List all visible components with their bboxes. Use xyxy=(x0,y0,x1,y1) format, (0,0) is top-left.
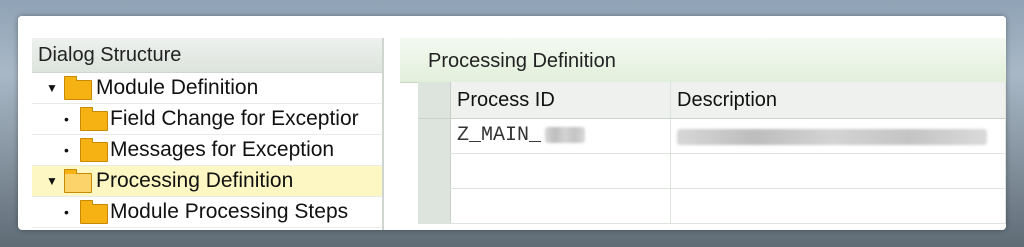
row-selector[interactable] xyxy=(418,189,451,223)
column-header-description[interactable]: Description xyxy=(671,82,1006,118)
row-selector[interactable] xyxy=(418,154,451,188)
tree-node-label: Messages for Exception xyxy=(110,138,335,161)
processing-table: Process ID Description Z_MAIN_ xyxy=(418,82,1006,224)
process-id-cell[interactable]: Z_MAIN_ xyxy=(451,119,671,153)
tree-node-field-change[interactable]: • Field Change for Exceptior xyxy=(32,104,382,135)
dialog-structure-panel: Dialog Structure ▼ Module Definition • F… xyxy=(32,38,384,230)
row-selector[interactable] xyxy=(418,119,451,153)
window-frame: Dialog Structure ▼ Module Definition • F… xyxy=(18,16,1006,230)
processing-definition-title: Processing Definition xyxy=(400,38,1006,83)
bullet-icon: • xyxy=(64,142,69,158)
table-row[interactable]: Z_MAIN_ xyxy=(418,119,1006,154)
tree-node-label: Module Definition xyxy=(96,76,259,99)
tree-node-label: Module Processing Steps xyxy=(110,200,349,223)
folder-icon xyxy=(80,138,108,162)
tree-node-messages[interactable]: • Messages for Exception xyxy=(32,135,382,166)
dialog-structure-title: Dialog Structure xyxy=(32,38,382,73)
process-id-cell[interactable] xyxy=(451,154,671,188)
table-row[interactable] xyxy=(418,189,1006,224)
tree-node-module-definition[interactable]: ▼ Module Definition xyxy=(32,73,382,104)
bullet-icon: • xyxy=(64,111,69,127)
description-cell[interactable] xyxy=(671,154,1006,188)
tree-node-label: Field Change for Exceptior xyxy=(110,107,359,130)
description-cell[interactable] xyxy=(671,189,1006,223)
toolbar-area xyxy=(18,16,1006,38)
bullet-icon: • xyxy=(64,204,69,220)
processing-definition-panel: Processing Definition Process ID Descrip… xyxy=(400,38,1006,230)
table-header-row: Process ID Description xyxy=(418,82,1006,119)
table-row[interactable] xyxy=(418,154,1006,189)
open-folder-icon xyxy=(64,169,92,193)
expand-arrow-icon[interactable]: ▼ xyxy=(46,166,58,196)
tree-node-processing-definition[interactable]: ▼ Processing Definition xyxy=(32,166,382,197)
expand-arrow-icon[interactable]: ▼ xyxy=(46,73,58,103)
process-id-value: Z_MAIN_ xyxy=(457,124,542,147)
description-cell[interactable] xyxy=(671,119,1006,153)
select-all-button[interactable] xyxy=(418,82,451,118)
redacted-text xyxy=(677,128,987,145)
process-id-cell[interactable] xyxy=(451,189,671,223)
tree-node-label: Processing Definition xyxy=(96,169,294,192)
tree-node-module-processing-steps[interactable]: • Module Processing Steps xyxy=(32,197,382,228)
column-header-process-id[interactable]: Process ID xyxy=(451,82,671,118)
redacted-text xyxy=(545,126,586,143)
folder-icon xyxy=(80,200,108,224)
folder-icon xyxy=(64,76,92,100)
folder-icon xyxy=(80,107,108,131)
